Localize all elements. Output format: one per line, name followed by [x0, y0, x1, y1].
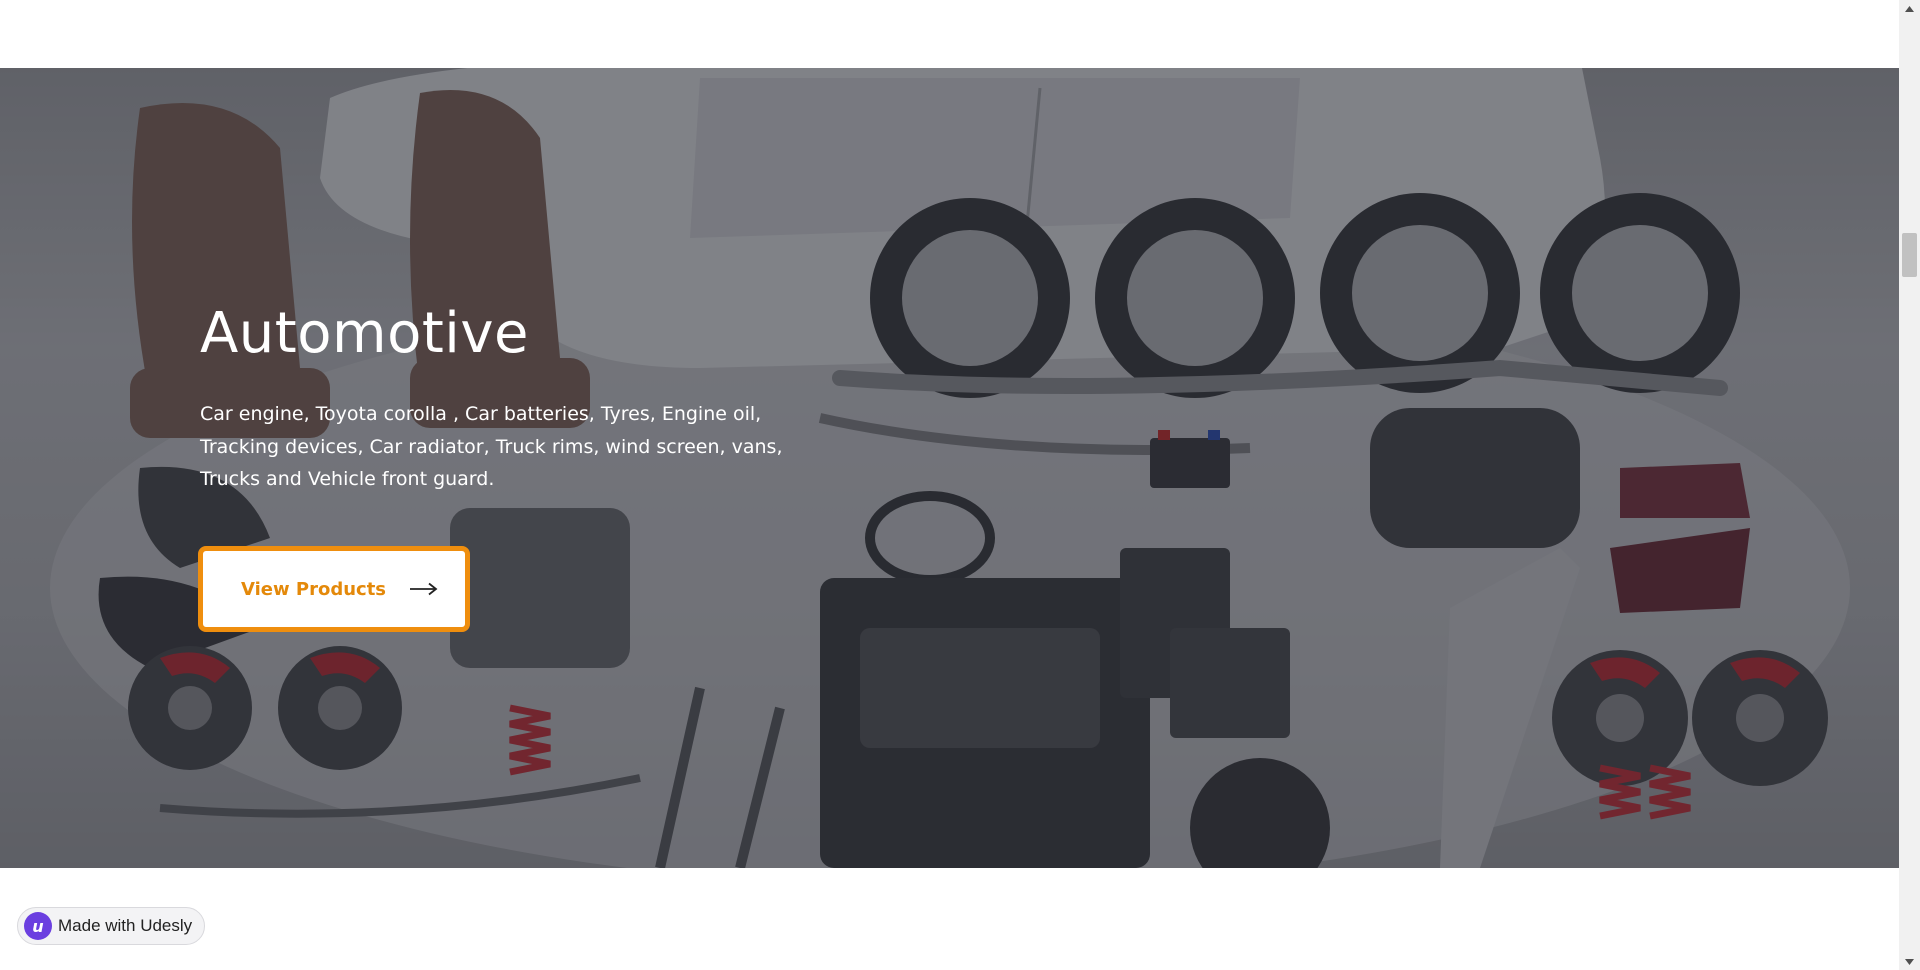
view-products-label: View Products: [241, 578, 387, 600]
page-bottom-area: [0, 868, 1899, 970]
scroll-down-arrow-icon[interactable]: [1899, 953, 1920, 970]
page-top-strip: [0, 0, 1899, 68]
scroll-up-arrow-icon[interactable]: [1899, 0, 1920, 17]
hero-section: Automotive Car engine, Toyota corolla , …: [0, 68, 1899, 868]
hero-description: Car engine, Toyota corolla , Car batteri…: [200, 403, 783, 490]
vertical-scrollbar[interactable]: [1899, 0, 1920, 970]
hero-title: Automotive: [200, 301, 529, 366]
udesly-logo-icon: u: [24, 912, 52, 940]
arrow-right-icon: [410, 582, 438, 596]
view-products-button[interactable]: View Products: [198, 546, 470, 632]
made-with-udesly-label: Made with Udesly: [58, 916, 193, 935]
made-with-udesly-badge[interactable]: u Made with Udesly: [17, 907, 206, 945]
scrollbar-thumb[interactable]: [1902, 233, 1917, 277]
